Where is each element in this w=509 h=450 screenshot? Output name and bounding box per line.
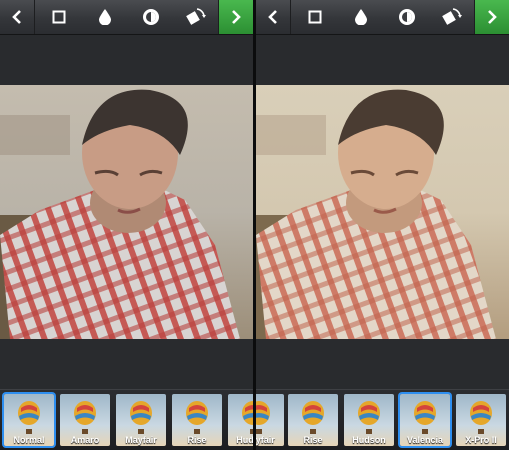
filter-label: Valencia (406, 435, 444, 445)
square-frame-icon (308, 10, 322, 24)
toolbar (0, 0, 253, 35)
lux-icon (399, 9, 415, 25)
chevron-left-icon (268, 10, 277, 24)
balloon-icon (256, 401, 270, 434)
filter-label: Amaro (70, 435, 100, 445)
drop-icon (99, 9, 111, 25)
filter-label: X-Pro II (465, 435, 497, 445)
bottom-spacer (0, 339, 253, 389)
lux-button[interactable] (384, 0, 430, 34)
top-spacer (0, 35, 253, 85)
chevron-right-icon (488, 10, 497, 24)
filter-thumb-hudson[interactable]: Hudson (344, 394, 394, 448)
tilt-shift-button[interactable] (82, 0, 128, 34)
filter-label: Mayfair (256, 435, 275, 445)
balloon-icon (302, 401, 324, 434)
filter-label: Hudson (236, 435, 253, 445)
top-spacer (256, 35, 509, 85)
filter-thumb-amaro[interactable]: Amaro (60, 394, 110, 448)
rotate-icon (186, 8, 206, 25)
filter-comparison: Normal Amaro Mayfair Rise Hud yfair Rise… (0, 0, 509, 450)
drop-icon (355, 9, 367, 25)
filter-thumb-rise[interactable]: Rise (172, 394, 222, 448)
balloon-icon (186, 401, 208, 434)
chevron-left-icon (12, 10, 21, 24)
back-button[interactable] (256, 0, 291, 34)
filter-label: Normal (13, 435, 45, 445)
back-button[interactable] (0, 0, 35, 34)
tilt-shift-button[interactable] (338, 0, 384, 34)
lux-button[interactable] (128, 0, 174, 34)
right-editor-panel: Mayfair Rise Hudson Valencia (256, 0, 509, 450)
balloon-icon (358, 401, 380, 434)
balloon-icon (470, 401, 492, 434)
balloon-icon (242, 401, 253, 434)
balloon-icon (414, 401, 436, 434)
balloon-icon (130, 401, 152, 434)
balloon-icon (74, 401, 96, 434)
filter-label: Rise (187, 435, 207, 445)
filter-thumb-hudson[interactable]: Hudson (228, 394, 253, 448)
next-button[interactable] (218, 0, 253, 34)
left-editor-panel: Normal Amaro Mayfair Rise Hud (0, 0, 253, 450)
border-toggle-button[interactable] (36, 0, 82, 34)
filter-thumb-mayfair[interactable]: Mayfair (256, 394, 284, 448)
rotate-button[interactable] (428, 0, 474, 34)
rotate-icon (442, 8, 462, 25)
toolbar (256, 0, 509, 35)
filter-label: Mayfair (125, 435, 157, 445)
bottom-spacer (256, 339, 509, 389)
filter-strip: Mayfair Rise Hudson Valencia (256, 389, 509, 450)
filter-label: Hudson (352, 435, 386, 445)
square-frame-icon (52, 10, 66, 24)
filter-label: Rise (303, 435, 323, 445)
filter-thumb-mayfair[interactable]: Mayfair (116, 394, 166, 448)
next-button[interactable] (474, 0, 509, 34)
border-toggle-button[interactable] (292, 0, 338, 34)
balloon-icon (18, 401, 40, 434)
boy-photo-valencia (256, 85, 509, 339)
lux-icon (143, 9, 159, 25)
rotate-button[interactable] (172, 0, 218, 34)
filter-thumb-xpro[interactable]: X-Pro II (456, 394, 506, 448)
chevron-right-icon (232, 10, 241, 24)
boy-photo (0, 85, 253, 339)
photo-preview (0, 85, 253, 339)
filter-thumb-rise[interactable]: Rise (288, 394, 338, 448)
filter-strip: Normal Amaro Mayfair Rise Hud (0, 389, 253, 450)
filter-thumb-normal[interactable]: Normal (4, 394, 54, 448)
photo-preview (256, 85, 509, 339)
filter-thumb-valencia[interactable]: Valencia (400, 394, 450, 448)
